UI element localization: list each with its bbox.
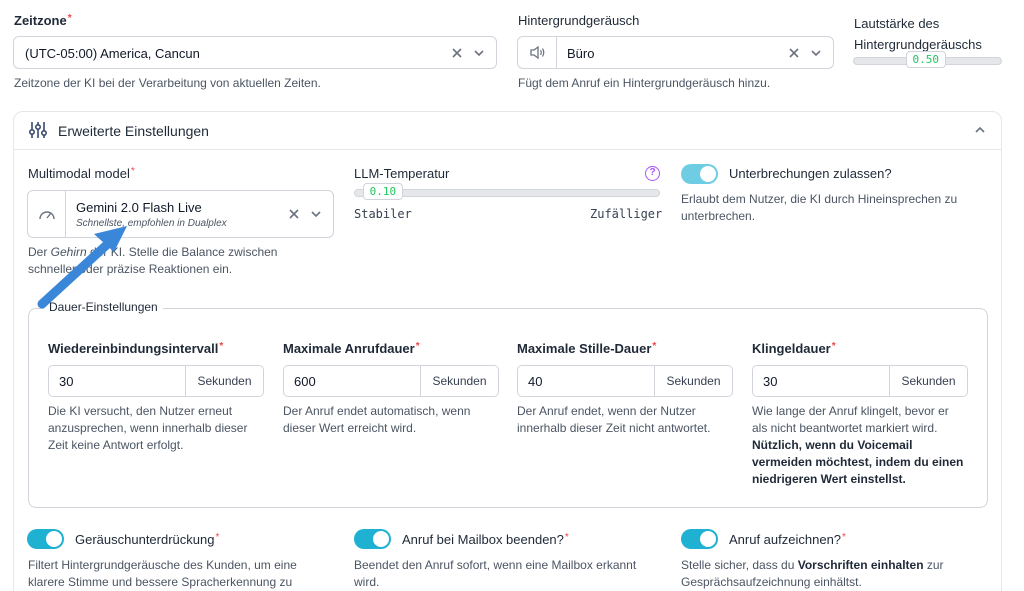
toggle-knob bbox=[373, 531, 389, 547]
unit-addon: Sekunden bbox=[185, 366, 263, 396]
end-on-mailbox-toggle[interactable] bbox=[354, 529, 391, 549]
slider-min-label: Stabiler bbox=[354, 207, 412, 221]
duration-legend: Dauer-Einstellungen bbox=[44, 300, 163, 314]
unit-addon: Sekunden bbox=[654, 366, 732, 396]
chevron-down-icon[interactable] bbox=[309, 207, 323, 221]
clear-icon[interactable] bbox=[450, 46, 464, 60]
duration-input[interactable]: 40 Sekunden bbox=[517, 365, 733, 397]
chevron-down-icon[interactable] bbox=[472, 46, 486, 60]
advanced-settings-title: Erweiterte Einstellungen bbox=[58, 123, 209, 139]
toggle-knob bbox=[700, 166, 716, 182]
noise-volume-value[interactable]: 0.50 bbox=[905, 51, 946, 68]
model-value: Gemini 2.0 Flash Live bbox=[76, 200, 202, 215]
required-marker: * bbox=[564, 532, 569, 543]
noise-suppression-toggle[interactable] bbox=[27, 529, 64, 549]
timezone-label: Zeitzone* bbox=[14, 13, 72, 28]
duration-help: Der Anruf endet, wenn der Nutzer innerhal… bbox=[517, 404, 711, 435]
duration-field-label: Maximale Stille-Dauer* bbox=[517, 341, 657, 356]
record-call-help: Stelle sicher, dass du Vorschriften einh… bbox=[681, 558, 944, 589]
unit-addon: Sekunden bbox=[420, 366, 498, 396]
required-marker: * bbox=[215, 532, 220, 543]
duration-help: Wie lange der Anruf klingelt, bevor er al… bbox=[752, 404, 964, 486]
interruptions-help: Erlaubt dem Nutzer, die KI durch Hineins… bbox=[681, 192, 958, 223]
noise-volume-label: Lautstärke des Hintergrundgeräuschs bbox=[854, 16, 982, 52]
required-marker: * bbox=[842, 532, 846, 543]
record-call-label: Anruf aufzeichnen?* bbox=[729, 532, 846, 547]
background-noise-label: Hintergrundgeräusch bbox=[518, 13, 640, 28]
interruptions-toggle[interactable] bbox=[681, 164, 718, 184]
chevron-down-icon[interactable] bbox=[809, 46, 823, 60]
required-marker: * bbox=[67, 13, 72, 24]
timezone-select[interactable]: (UTC-05:00) America, Cancun bbox=[13, 36, 497, 69]
required-marker: * bbox=[415, 341, 420, 352]
help-icon[interactable]: ? bbox=[645, 166, 660, 181]
duration-value[interactable]: 600 bbox=[284, 366, 420, 396]
duration-field-label: Wiedereinbindungsintervall* bbox=[48, 341, 224, 356]
interruptions-label: Unterbrechungen zulassen? bbox=[729, 166, 892, 181]
speaker-icon bbox=[530, 45, 545, 60]
gauge-icon bbox=[39, 211, 55, 220]
duration-help: Der Anruf endet automatisch, wenn dieser … bbox=[283, 404, 471, 435]
duration-field-label: Klingeldauer* bbox=[752, 341, 836, 356]
unit-addon: Sekunden bbox=[889, 366, 967, 396]
model-label: Multimodal model* bbox=[28, 166, 135, 181]
model-help: Der Gehirn der KI. Stelle die Balance zw… bbox=[28, 245, 278, 276]
required-marker: * bbox=[831, 341, 836, 352]
model-subvalue: Schnellste, empfohlen in Dualplex bbox=[76, 218, 227, 229]
record-call-toggle[interactable] bbox=[681, 529, 718, 549]
end-on-mailbox-label: Anruf bei Mailbox beenden?* bbox=[402, 532, 569, 547]
slider-max-label: Zufälliger bbox=[590, 207, 663, 221]
required-marker: * bbox=[219, 341, 224, 352]
toggle-knob bbox=[46, 531, 62, 547]
duration-field-label: Maximale Anrufdauer* bbox=[283, 341, 420, 356]
duration-value[interactable]: 30 bbox=[49, 366, 185, 396]
duration-value[interactable]: 30 bbox=[753, 366, 889, 396]
required-marker: * bbox=[652, 341, 657, 352]
background-noise-value: Büro bbox=[567, 46, 595, 61]
model-select[interactable]: Gemini 2.0 Flash Live Schnellste, empfoh… bbox=[27, 190, 334, 238]
duration-input[interactable]: 30 Sekunden bbox=[752, 365, 968, 397]
timezone-value: (UTC-05:00) America, Cancun bbox=[25, 46, 200, 61]
noise-suppression-help: Filtert Hintergrundgeräusche des Kunden,… bbox=[28, 558, 297, 589]
llm-temperature-value[interactable]: 0.10 bbox=[362, 183, 404, 200]
noise-suppression-label: Geräuschunterdrückung* bbox=[75, 532, 220, 547]
toggle-knob bbox=[700, 531, 716, 547]
duration-input[interactable]: 600 Sekunden bbox=[283, 365, 499, 397]
required-marker: * bbox=[130, 166, 135, 177]
chevron-up-icon[interactable] bbox=[973, 124, 987, 136]
llm-temperature-label: LLM-Temperatur bbox=[354, 166, 450, 181]
duration-input[interactable]: 30 Sekunden bbox=[48, 365, 264, 397]
end-on-mailbox-help: Beendet den Anruf sofort, wenn eine Mail… bbox=[354, 558, 637, 589]
clear-icon[interactable] bbox=[287, 207, 301, 221]
clear-icon[interactable] bbox=[787, 46, 801, 60]
duration-help: Die KI versucht, den Nutzer erneut anzusp… bbox=[48, 404, 248, 452]
sliders-icon bbox=[28, 122, 48, 138]
duration-value[interactable]: 40 bbox=[518, 366, 654, 396]
timezone-help: Zeitzone der KI bei der Verarbeitung von… bbox=[14, 76, 321, 90]
background-noise-help: Fügt dem Anruf ein Hintergrundgeräusch h… bbox=[518, 76, 771, 90]
divider bbox=[14, 149, 1001, 150]
background-noise-select[interactable]: Büro bbox=[517, 36, 834, 69]
